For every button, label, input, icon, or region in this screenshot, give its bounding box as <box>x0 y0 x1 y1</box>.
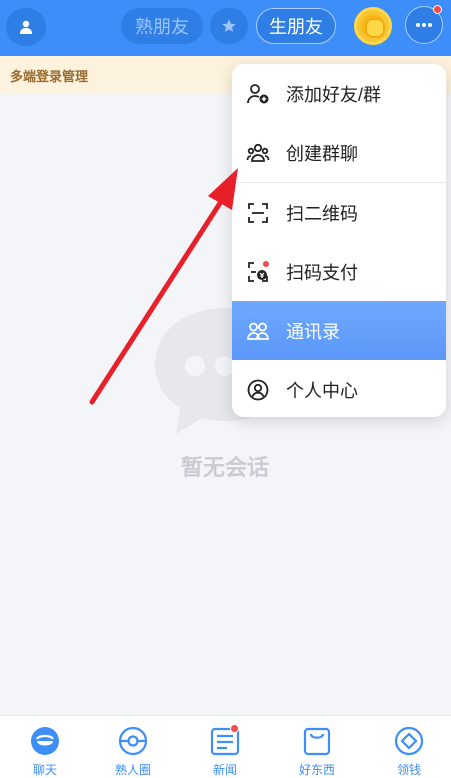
coin-icon[interactable] <box>354 7 392 45</box>
menu-item-label: 创建群聊 <box>286 143 358 164</box>
tab-earn-money[interactable]: 领钱 <box>364 716 451 778</box>
menu-item-create-group[interactable]: 创建群聊 <box>232 123 446 182</box>
user-icon <box>20 20 32 34</box>
more-dots-icon <box>416 23 432 27</box>
menu-item-profile[interactable]: 个人中心 <box>232 360 446 417</box>
tab-goods[interactable]: 好东西 <box>272 716 362 778</box>
more-badge <box>433 5 442 14</box>
empty-state-text: 暂无会话 <box>180 455 269 480</box>
tab-news[interactable]: 新闻 <box>180 716 270 778</box>
top-bar: 熟朋友 生朋友 <box>0 0 451 56</box>
add-friend-icon <box>246 82 270 106</box>
user-avatar-button[interactable] <box>6 8 46 46</box>
tab-label: 新闻 <box>212 763 237 777</box>
menu-item-contacts[interactable]: 通讯录 <box>232 301 446 360</box>
tab-circle[interactable]: 熟人圈 <box>88 716 178 778</box>
chat-icon <box>31 727 59 755</box>
contacts-icon <box>246 319 270 343</box>
menu-item-label: 通讯录 <box>286 321 340 342</box>
menu-item-label: 个人中心 <box>286 380 358 401</box>
menu-item-scan-qr[interactable]: 扫二维码 <box>232 183 446 242</box>
quick-actions-menu: 添加好友/群 创建群聊 扫二维码 扫码支付 通讯录 个人中心 <box>232 64 446 417</box>
news-badge <box>230 724 239 733</box>
tab-label: 熟人圈 <box>114 763 151 777</box>
tab-label: 好东西 <box>298 763 335 777</box>
favorites-button[interactable] <box>210 8 248 44</box>
menu-item-label: 扫码支付 <box>286 262 358 283</box>
tab-label: 领钱 <box>396 763 421 777</box>
notice-text: 多端登录管理 <box>10 68 89 84</box>
profile-icon <box>246 378 270 402</box>
tab-stranger[interactable]: 生朋友 <box>256 8 336 44</box>
menu-item-label: 添加好友/群 <box>286 84 382 105</box>
tab-chat[interactable]: 聊天 <box>0 716 90 778</box>
bottom-tab-bar: 聊天 熟人圈 新闻 好东西 领钱 <box>0 715 451 778</box>
tab-acquaintance[interactable]: 熟朋友 <box>121 8 203 44</box>
scan-pay-icon <box>246 260 270 284</box>
menu-item-label: 扫二维码 <box>286 203 358 224</box>
star-icon <box>222 19 236 32</box>
tab-label: 聊天 <box>32 763 57 777</box>
shopping-bag-icon <box>303 727 331 756</box>
menu-item-scan-pay[interactable]: 扫码支付 <box>232 242 446 301</box>
money-icon <box>394 726 424 756</box>
menu-item-add-friend[interactable]: 添加好友/群 <box>232 64 446 123</box>
scan-icon <box>246 201 270 225</box>
group-chat-icon <box>246 141 270 165</box>
circle-icon <box>118 726 148 756</box>
